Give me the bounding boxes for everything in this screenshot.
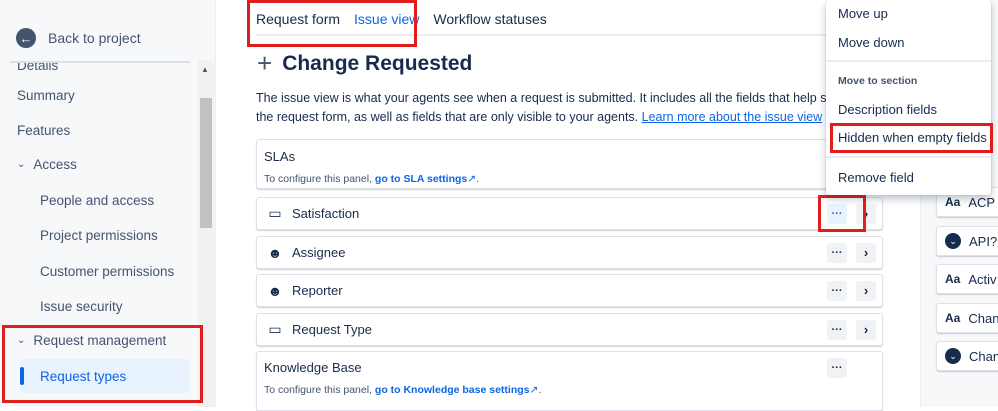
highlight-box (247, 0, 417, 47)
nav-label: Project permissions (40, 227, 158, 243)
sla-panel: SLAs To configure this panel, go to SLA … (256, 139, 883, 189)
field-name: API? (969, 233, 998, 249)
highlight-box (830, 123, 993, 153)
title-text: Change Requested (282, 51, 473, 75)
field-row-reporter[interactable]: ☻ Reporter ··· › (256, 274, 883, 307)
menu-item-remove-field[interactable]: Remove field (838, 170, 914, 185)
sidebar-item-access[interactable]: ⌄ Access (0, 147, 198, 181)
field-actions-menu: Move up Move down Move to section Descri… (826, 0, 991, 195)
field-name: Chan (968, 310, 998, 326)
more-actions-button[interactable]: ··· (827, 242, 847, 263)
field-name: Reporter (292, 283, 343, 298)
right-field-item[interactable]: ⌄ API? (936, 226, 998, 256)
description: The issue view is what your agents see w… (256, 89, 844, 127)
panel-label: Knowledge Base (264, 360, 362, 375)
panel-sub: To configure this panel, (264, 384, 372, 396)
nav-label: Features (17, 122, 71, 138)
learn-more-link[interactable]: Learn more about the issue view (642, 110, 823, 124)
user-icon: ☻ (267, 282, 283, 299)
sidebar-item-issue-security[interactable]: Issue security (0, 289, 198, 323)
kb-settings-link[interactable]: go to Knowledge base settings (375, 384, 530, 396)
field-name: Activ (968, 271, 997, 287)
dropdown-icon: ⌄ (945, 233, 961, 249)
nav-label: People and access (40, 192, 155, 208)
tab-workflow-statuses[interactable]: Workflow statuses (433, 0, 546, 36)
nav-label: Summary (17, 87, 75, 103)
nav-label: Customer permissions (40, 263, 175, 279)
sidebar-item-customer-permissions[interactable]: Customer permissions (0, 254, 198, 288)
divider (10, 61, 190, 63)
external-link-icon: ↗ (529, 384, 539, 396)
field-row-assignee[interactable]: ☻ Assignee ··· › (256, 236, 883, 269)
panel-sub: To configure this panel, (264, 173, 372, 185)
field-name: Assignee (292, 245, 346, 260)
more-actions-button[interactable]: ··· (827, 319, 847, 340)
rectangle-icon: ▭ (268, 321, 282, 337)
arrow-left-icon: ← (16, 28, 36, 48)
nav-label: Issue security (40, 298, 123, 314)
knowledge-base-panel: Knowledge Base ··· To configure this pan… (256, 351, 883, 411)
page-title: + Change Requested (257, 48, 472, 79)
right-field-item[interactable]: ⌄ Chan (936, 341, 998, 371)
more-actions-button[interactable]: ··· (827, 280, 847, 301)
back-label: Back to project (48, 30, 141, 46)
nav-label: Access (33, 156, 77, 172)
chevron-right-icon[interactable]: › (856, 280, 876, 301)
menu-item-description-fields[interactable]: Description fields (838, 102, 937, 117)
scrollbar-thumb[interactable] (200, 98, 212, 228)
menu-divider (826, 156, 991, 158)
sla-settings-link[interactable]: go to SLA settings (375, 173, 467, 185)
menu-item-move-up[interactable]: Move up (838, 6, 888, 21)
right-field-item[interactable]: Aa Chan (936, 303, 998, 333)
user-icon: ☻ (267, 244, 283, 261)
nav-label: Details (17, 62, 59, 73)
description-line: The issue view is what your agents see w… (256, 91, 844, 105)
right-field-item[interactable]: Aa Activ (936, 264, 998, 294)
field-name: ACP r (968, 194, 998, 210)
text-field-icon: Aa (945, 272, 961, 286)
sidebar-item-features[interactable]: Features (0, 113, 198, 147)
external-link-icon: ↗ (467, 173, 477, 185)
rectangle-icon: ▭ (268, 205, 282, 221)
highlight-box (2, 325, 203, 403)
field-row-satisfaction[interactable]: ▭ Satisfaction ··· › (256, 197, 883, 230)
plus-icon: + (257, 48, 273, 78)
dropdown-icon: ⌄ (945, 348, 961, 364)
field-name: Request Type (292, 322, 372, 337)
chevron-right-icon[interactable]: › (856, 242, 876, 263)
sidebar-item-project-permissions[interactable]: Project permissions (0, 218, 198, 252)
chevron-down-icon: ⌄ (17, 158, 26, 170)
field-name: Satisfaction (292, 206, 360, 221)
chevron-right-icon[interactable]: › (856, 319, 876, 340)
menu-divider (826, 60, 991, 62)
highlight-box (818, 195, 866, 232)
menu-section-heading: Move to section (838, 75, 918, 87)
field-name: Chan (969, 348, 998, 364)
sidebar-item-summary[interactable]: Summary (0, 78, 198, 112)
text-field-icon: Aa (945, 311, 961, 325)
text-field-icon: Aa (945, 195, 961, 209)
sidebar-item-people-and-access[interactable]: People and access (0, 183, 198, 217)
field-row-request-type[interactable]: ▭ Request Type ··· › (256, 313, 883, 346)
panel-label: SLAs (264, 149, 296, 164)
more-actions-button[interactable]: ··· (827, 358, 847, 378)
description-line: the request form, as well as fields that… (256, 110, 639, 124)
scroll-up-icon[interactable]: ▲ (201, 65, 209, 74)
back-to-project-link[interactable]: ← Back to project (16, 28, 141, 48)
menu-item-move-down[interactable]: Move down (838, 35, 904, 50)
